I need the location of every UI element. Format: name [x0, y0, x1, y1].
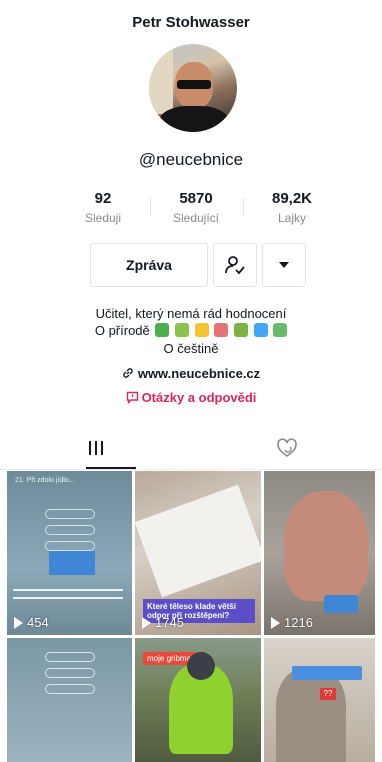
grid-icon — [88, 440, 103, 455]
view-count: 1745 — [142, 615, 184, 630]
stat-followers-value: 5870 — [179, 190, 213, 207]
avatar[interactable] — [149, 44, 237, 132]
video-thumbnail[interactable] — [7, 638, 132, 762]
stat-followers-label: Sledující — [172, 211, 220, 225]
stat-following[interactable]: 92 Sleduji — [58, 190, 148, 225]
user-check-icon — [225, 256, 245, 275]
caret-down-icon — [279, 262, 289, 268]
qa-link-text: Otázky a odpovědi — [141, 390, 257, 405]
stat-following-value: 92 — [94, 190, 112, 207]
lizard-emoji — [273, 323, 288, 337]
view-count-value: 454 — [27, 615, 49, 630]
profile-display-name: Petr Stohwasser — [132, 14, 250, 31]
view-count-value: 1745 — [155, 615, 184, 630]
bio-line-nature: O přírodě — [0, 323, 382, 338]
stat-followers[interactable]: 5870 Sledující — [151, 190, 241, 225]
stat-following-label: Sleduji — [84, 211, 122, 225]
tab-liked[interactable] — [191, 426, 382, 469]
view-count: 454 — [14, 615, 49, 630]
video-badge: ?? — [320, 688, 336, 700]
video-thumbnail[interactable]: 21. Při zdolo jídlo... 454 — [7, 471, 132, 635]
sprout-emoji — [155, 323, 170, 337]
website-link[interactable]: www.neucebnice.cz — [0, 366, 382, 381]
link-icon — [123, 368, 133, 378]
question-bubble-icon — [126, 391, 138, 405]
profile-handle: @neucebnice — [138, 150, 244, 169]
bio-line: Učitel, který nemá rád hodnocení — [95, 306, 287, 321]
profile-tabs — [0, 426, 382, 470]
plant-emoji — [175, 323, 190, 337]
view-count: 1216 — [271, 615, 313, 630]
play-icon — [14, 616, 23, 629]
mushroom-emoji — [214, 323, 229, 337]
stat-likes-value: 89,2K — [271, 190, 313, 207]
video-thumbnail[interactable]: ?? — [264, 638, 375, 762]
stat-likes-label: Lajky — [277, 211, 306, 225]
sunflower-emoji — [194, 323, 209, 337]
bio-line-nature-text: O přírodě — [94, 323, 150, 338]
heart-icon — [276, 437, 297, 457]
active-tab-indicator — [86, 467, 136, 469]
video-caption-line: Které těleso klade větší — [147, 602, 236, 611]
tab-videos[interactable] — [0, 426, 191, 469]
stat-divider — [243, 198, 244, 216]
bug-emoji — [233, 323, 248, 337]
stat-likes: 89,2K Lajky — [247, 190, 337, 225]
butterfly-emoji — [253, 323, 268, 337]
video-thumbnail[interactable]: Které těleso klade větší odpor při rozšt… — [135, 471, 261, 635]
view-count-value: 1216 — [284, 615, 313, 630]
video-thumbnail[interactable]: 1216 — [264, 471, 375, 635]
message-button[interactable]: Zpráva — [90, 243, 208, 287]
video-thumbnail[interactable]: moje gribmany — [135, 638, 261, 762]
more-options-button[interactable] — [262, 243, 306, 287]
play-icon — [271, 616, 280, 629]
website-link-text: www.neucebnice.cz — [137, 366, 261, 381]
follow-button[interactable] — [213, 243, 257, 287]
bio-line: O češtině — [163, 341, 219, 356]
play-icon — [142, 616, 151, 629]
qa-link[interactable]: Otázky a odpovědi — [0, 390, 382, 405]
profile-stats: 92 Sleduji 5870 Sledující 89,2K Lajky — [0, 190, 382, 230]
